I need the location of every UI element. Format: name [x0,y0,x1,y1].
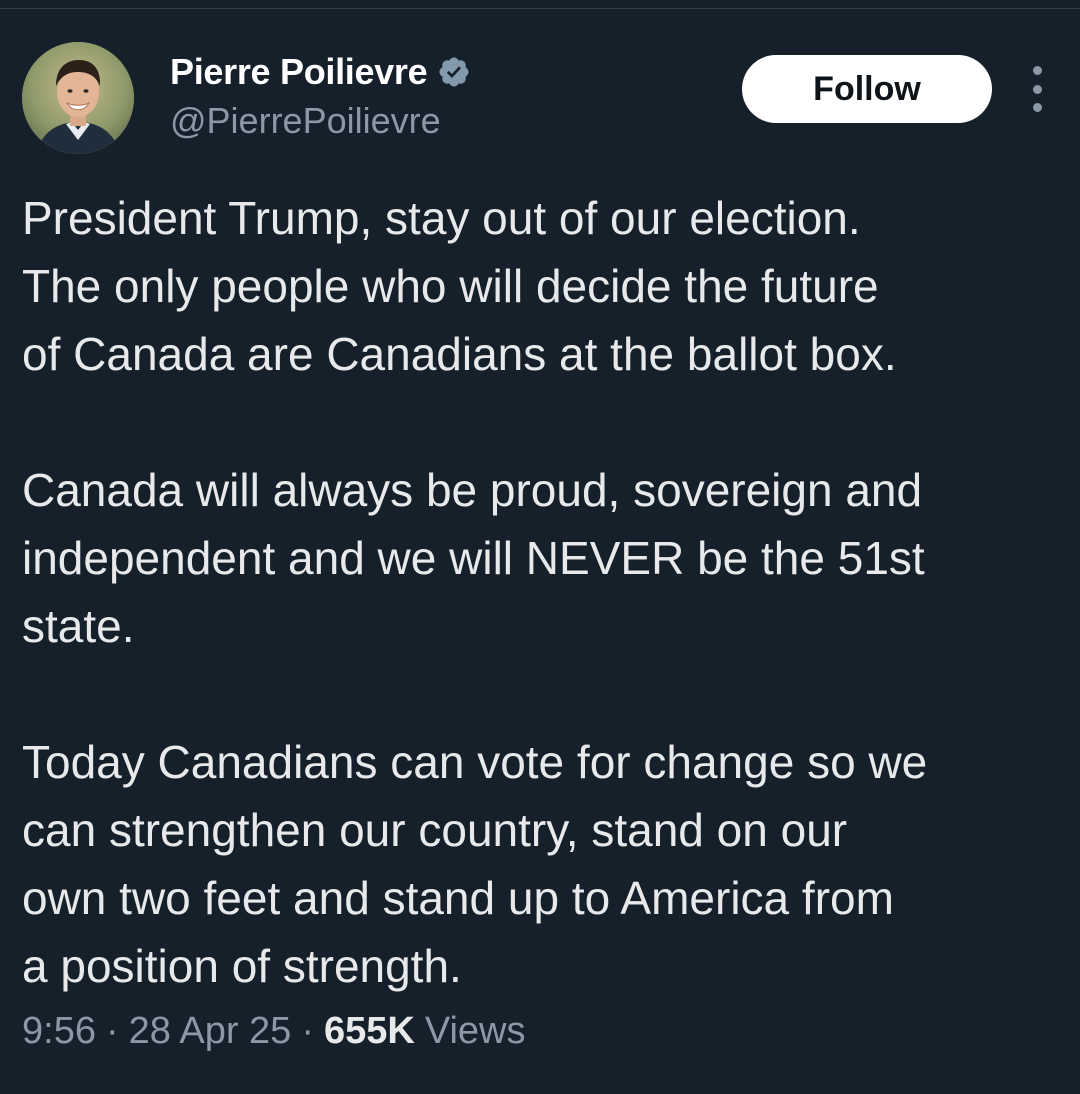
tweet-time[interactable]: 9:56 [22,1010,96,1053]
tweet-paragraph: President Trump, stay out of our electio… [22,192,897,380]
views-label[interactable]: Views [425,1010,526,1053]
follow-button[interactable]: Follow [742,55,992,123]
views-count[interactable]: 655K [324,1010,415,1053]
more-dot [1032,66,1042,75]
tweet-paragraph: Canada will always be proud, sovereign a… [22,464,925,652]
tweet-text: President Trump, stay out of our electio… [22,184,1062,1000]
more-dot [1032,84,1042,94]
author-name-row: Pierre Poilievre [170,50,471,94]
tweet-date[interactable]: 28 Apr 25 [129,1010,292,1053]
profile-photo [22,42,134,154]
verified-badge-icon [437,55,471,89]
tweet-meta: 9:56 · 28 Apr 25 · 655K Views [22,1010,526,1053]
more-dot [1032,103,1042,112]
more-vertical-icon[interactable] [1022,66,1052,112]
meta-separator: · [301,1010,314,1052]
author-handle[interactable]: @PierrePoilievre [170,100,441,142]
tweet-paragraph: Today Canadians can vote for change so w… [22,736,928,992]
tweet-card: Pierre Poilievre @PierrePoilievre Follow… [0,0,1080,1094]
author-name[interactable]: Pierre Poilievre [170,51,428,93]
meta-separator: · [105,1010,119,1052]
avatar[interactable] [22,42,134,154]
